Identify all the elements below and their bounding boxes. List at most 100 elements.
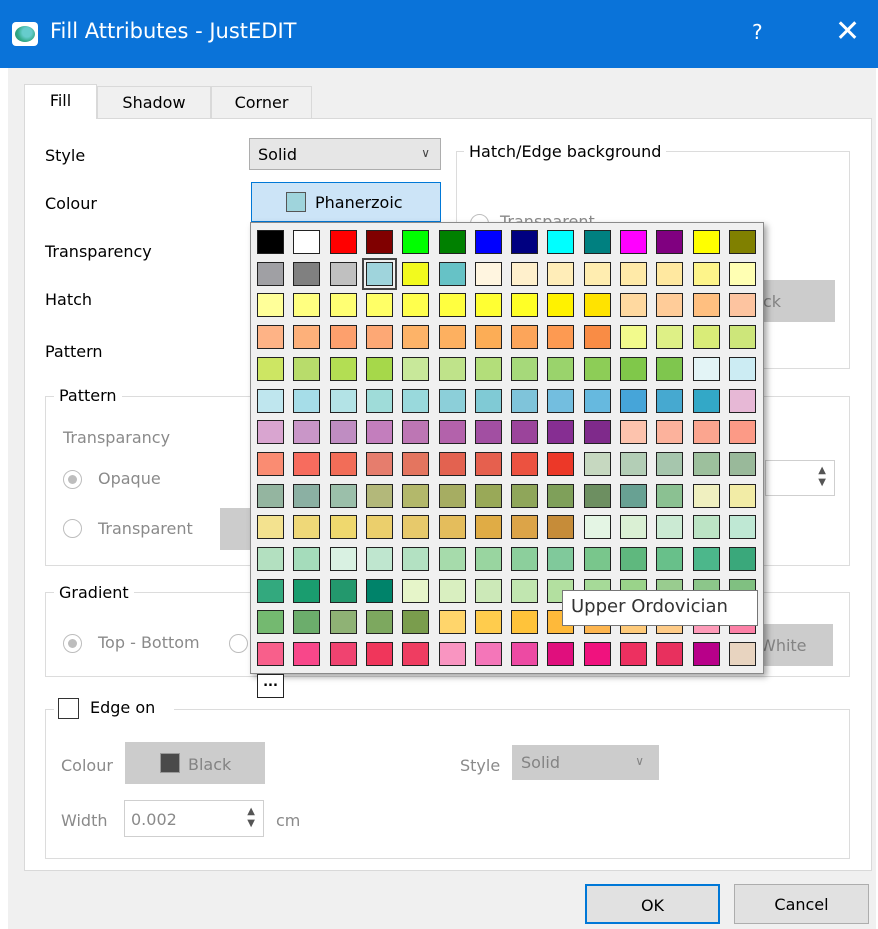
opaque-radio[interactable] <box>63 470 82 489</box>
palette-swatch[interactable] <box>474 610 502 635</box>
palette-swatch[interactable] <box>656 642 684 667</box>
palette-swatch[interactable] <box>293 230 321 254</box>
cancel-button[interactable]: Cancel <box>734 884 869 924</box>
palette-swatch[interactable] <box>438 642 466 667</box>
palette-swatch[interactable] <box>474 483 502 508</box>
palette-swatch[interactable] <box>329 451 357 476</box>
palette-swatch[interactable] <box>583 451 611 476</box>
palette-swatch[interactable] <box>511 515 539 540</box>
palette-swatch[interactable] <box>474 325 502 350</box>
palette-swatch[interactable] <box>692 483 720 508</box>
palette-swatch[interactable] <box>365 356 393 381</box>
palette-swatch[interactable] <box>474 261 502 286</box>
palette-swatch[interactable] <box>365 325 393 350</box>
palette-swatch[interactable] <box>728 451 756 476</box>
palette-swatch[interactable] <box>547 483 575 508</box>
palette-swatch[interactable] <box>656 261 684 286</box>
palette-swatch[interactable] <box>257 451 284 476</box>
tab-shadow[interactable]: Shadow <box>97 86 211 118</box>
palette-swatch[interactable] <box>656 356 684 381</box>
palette-swatch[interactable] <box>257 483 284 508</box>
palette-swatch[interactable] <box>511 547 539 571</box>
palette-swatch[interactable] <box>728 642 756 667</box>
tab-corner[interactable]: Corner <box>211 86 312 118</box>
palette-swatch[interactable] <box>474 578 502 603</box>
palette-swatch[interactable] <box>365 293 393 318</box>
palette-swatch[interactable] <box>365 515 393 540</box>
palette-swatch[interactable] <box>402 325 430 350</box>
palette-swatch[interactable] <box>329 230 357 254</box>
palette-swatch[interactable] <box>329 325 357 350</box>
palette-swatch[interactable] <box>293 642 321 667</box>
palette-swatch[interactable] <box>728 547 756 571</box>
palette-swatch[interactable] <box>511 325 539 350</box>
palette-swatch[interactable] <box>656 483 684 508</box>
more-colours-button[interactable]: ... <box>257 673 284 698</box>
palette-swatch[interactable] <box>728 293 756 318</box>
palette-swatch[interactable] <box>474 515 502 540</box>
palette-swatch[interactable] <box>365 578 393 603</box>
palette-swatch[interactable] <box>547 642 575 667</box>
palette-swatch[interactable] <box>692 642 720 667</box>
close-button[interactable]: ✕ <box>835 14 860 49</box>
palette-swatch[interactable] <box>293 451 321 476</box>
palette-swatch[interactable] <box>511 642 539 667</box>
palette-swatch[interactable] <box>402 356 430 381</box>
palette-swatch[interactable] <box>547 515 575 540</box>
palette-swatch[interactable] <box>656 515 684 540</box>
gradient-other-radio[interactable] <box>229 634 248 653</box>
palette-swatch[interactable] <box>728 230 756 254</box>
palette-swatch[interactable] <box>329 293 357 318</box>
palette-swatch[interactable] <box>692 547 720 571</box>
palette-swatch[interactable] <box>438 293 466 318</box>
palette-swatch[interactable] <box>547 230 575 254</box>
palette-swatch[interactable] <box>402 230 430 254</box>
ok-button[interactable]: OK <box>585 884 720 924</box>
palette-swatch[interactable] <box>329 547 357 571</box>
palette-swatch[interactable] <box>293 515 321 540</box>
palette-swatch[interactable] <box>474 356 502 381</box>
palette-swatch[interactable] <box>361 257 397 290</box>
palette-swatch[interactable] <box>620 388 647 413</box>
palette-swatch[interactable] <box>257 388 284 413</box>
palette-swatch[interactable] <box>583 356 611 381</box>
style-select[interactable]: Solid ∨ <box>249 138 441 170</box>
palette-swatch[interactable] <box>438 483 466 508</box>
palette-swatch[interactable] <box>620 515 647 540</box>
palette-swatch[interactable] <box>728 420 756 445</box>
palette-swatch[interactable] <box>511 451 539 476</box>
palette-swatch[interactable] <box>257 261 284 286</box>
palette-swatch[interactable] <box>329 642 357 667</box>
palette-swatch[interactable] <box>620 230 647 254</box>
palette-swatch[interactable] <box>656 451 684 476</box>
palette-swatch[interactable] <box>474 420 502 445</box>
palette-swatch[interactable] <box>293 420 321 445</box>
palette-swatch[interactable] <box>547 325 575 350</box>
colour-button[interactable]: Phanerzoic <box>251 182 441 222</box>
palette-swatch[interactable] <box>583 261 611 286</box>
palette-swatch[interactable] <box>293 547 321 571</box>
palette-swatch[interactable] <box>620 293 647 318</box>
palette-swatch[interactable] <box>547 547 575 571</box>
palette-swatch[interactable] <box>474 547 502 571</box>
palette-swatch[interactable] <box>583 325 611 350</box>
palette-swatch[interactable] <box>402 388 430 413</box>
palette-swatch[interactable] <box>438 356 466 381</box>
palette-swatch[interactable] <box>293 325 321 350</box>
palette-swatch[interactable] <box>583 483 611 508</box>
palette-swatch[interactable] <box>656 388 684 413</box>
palette-swatch[interactable] <box>402 451 430 476</box>
palette-swatch[interactable] <box>511 610 539 635</box>
palette-swatch[interactable] <box>583 642 611 667</box>
palette-swatch[interactable] <box>547 388 575 413</box>
palette-swatch[interactable] <box>620 451 647 476</box>
palette-swatch[interactable] <box>547 293 575 318</box>
palette-swatch[interactable] <box>620 483 647 508</box>
palette-swatch[interactable] <box>438 451 466 476</box>
palette-swatch[interactable] <box>656 293 684 318</box>
palette-swatch[interactable] <box>511 293 539 318</box>
palette-swatch[interactable] <box>438 610 466 635</box>
palette-swatch[interactable] <box>511 578 539 603</box>
palette-swatch[interactable] <box>728 483 756 508</box>
palette-swatch[interactable] <box>620 325 647 350</box>
